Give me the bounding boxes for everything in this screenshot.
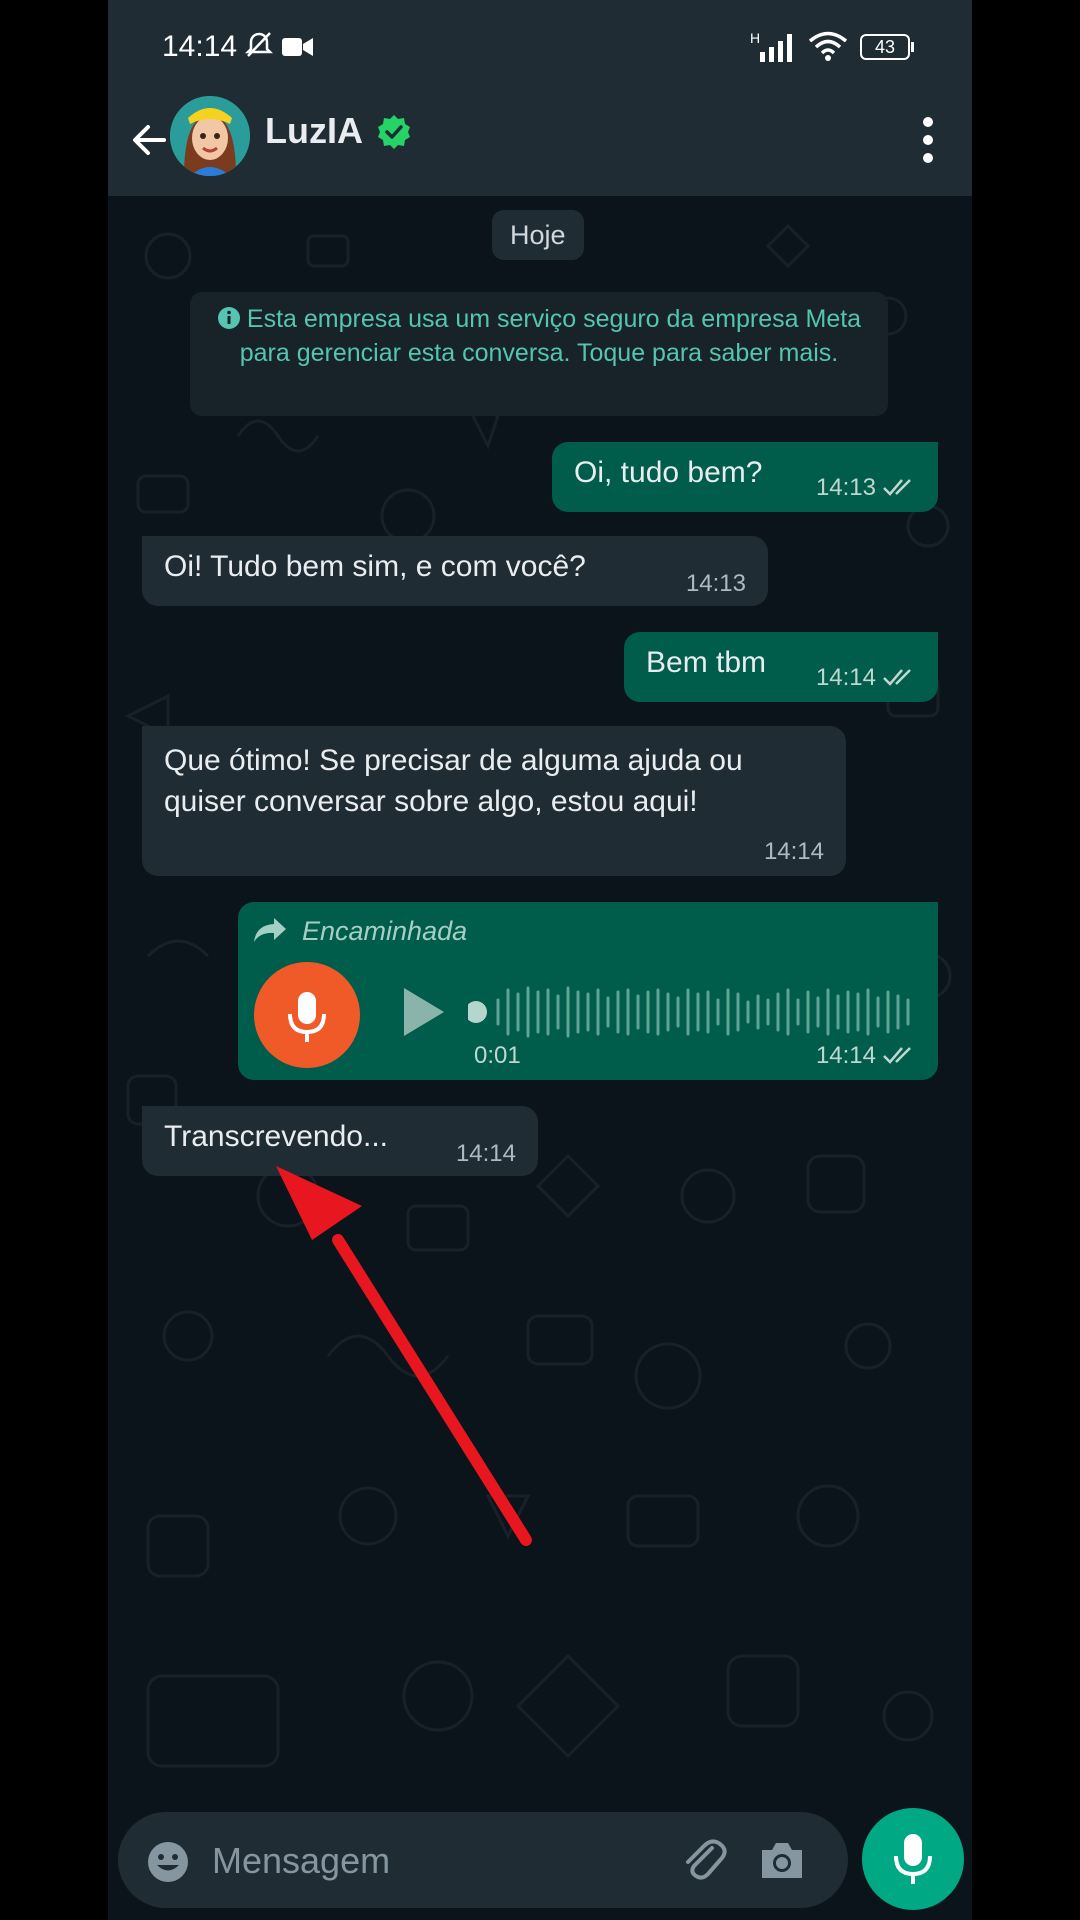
status-time: 14:14 xyxy=(162,30,238,63)
audio-waveform[interactable] xyxy=(468,980,918,1044)
message-time: 14:14 xyxy=(815,1042,876,1069)
mute-bell-icon xyxy=(244,32,274,57)
avatar[interactable] xyxy=(170,96,250,176)
emoji-icon[interactable] xyxy=(146,1840,190,1884)
info-icon xyxy=(217,307,240,329)
mic-icon xyxy=(894,1834,932,1884)
battery-level: 43 xyxy=(874,37,896,57)
message-outgoing[interactable]: Oi, tudo bem? 14:13 xyxy=(552,442,938,512)
forwarded-label: Encaminhada xyxy=(252,916,467,947)
message-incoming[interactable]: Que ótimo! Se precisar de alguma ajuda o… xyxy=(142,726,846,876)
camera-icon[interactable] xyxy=(758,1838,806,1882)
double-check-icon xyxy=(883,479,911,496)
double-check-icon xyxy=(883,1047,911,1064)
message-text: Oi, tudo bem? xyxy=(574,456,763,489)
voice-record-button[interactable] xyxy=(862,1808,964,1910)
message-text: Oi! Tudo bem sim, e com você? xyxy=(164,550,586,583)
audio-duration: 0:01 xyxy=(474,1042,521,1069)
mic-icon xyxy=(288,992,326,1042)
message-input[interactable] xyxy=(210,1830,634,1892)
wifi-icon xyxy=(808,31,848,61)
message-audio-outgoing[interactable]: Encaminhada 0:01 14:14 xyxy=(238,902,938,1080)
message-time: 14:13 xyxy=(815,474,876,501)
verified-badge-icon xyxy=(378,115,410,149)
battery-icon: 43 xyxy=(860,34,914,60)
attach-icon[interactable] xyxy=(678,1834,728,1884)
video-icon xyxy=(282,38,313,56)
message-incoming[interactable]: Transcrevendo... 14:14 xyxy=(142,1106,538,1176)
message-meta: 14:13 xyxy=(816,474,918,502)
encryption-notice[interactable]: Esta empresa usa um serviço seguro da em… xyxy=(190,292,888,416)
message-incoming[interactable]: Oi! Tudo bem sim, e com você? 14:13 xyxy=(142,536,768,606)
chat-title[interactable]: LuzIA xyxy=(265,110,363,152)
audio-avatar xyxy=(254,962,360,1068)
message-time: 14:14 xyxy=(815,664,876,691)
message-text: Que ótimo! Se precisar de alguma ajuda o… xyxy=(164,744,743,818)
message-time: 14:14 xyxy=(455,1140,516,1167)
forwarded-text: Encaminhada xyxy=(302,916,468,946)
play-icon[interactable] xyxy=(398,984,448,1040)
double-check-icon xyxy=(883,669,911,686)
message-time: 14:14 xyxy=(763,838,824,865)
message-composer xyxy=(118,1812,848,1908)
signal-icon xyxy=(760,34,792,62)
message-meta: 14:14 xyxy=(816,664,918,692)
phone-screen: 14:14 H 43 LuzIA Hoje Esta empresa usa u… xyxy=(108,0,972,1920)
message-time: 14:13 xyxy=(685,570,746,597)
encryption-notice-text: Esta empresa usa um serviço seguro da em… xyxy=(239,305,862,367)
message-text: Bem tbm xyxy=(646,646,767,679)
chat-area[interactable]: Hoje Esta empresa usa um serviço seguro … xyxy=(108,196,972,1908)
chat-header: LuzIA xyxy=(108,92,972,196)
more-vert-icon[interactable] xyxy=(908,112,948,168)
message-outgoing[interactable]: Bem tbm 14:14 xyxy=(624,632,938,702)
status-bar: 14:14 H 43 xyxy=(108,0,972,92)
avatar-image xyxy=(170,96,250,176)
message-text: Transcrevendo... xyxy=(164,1120,388,1153)
day-label: Hoje xyxy=(492,210,584,260)
forward-icon xyxy=(254,918,286,942)
message-meta: 14:14 xyxy=(816,1042,918,1070)
